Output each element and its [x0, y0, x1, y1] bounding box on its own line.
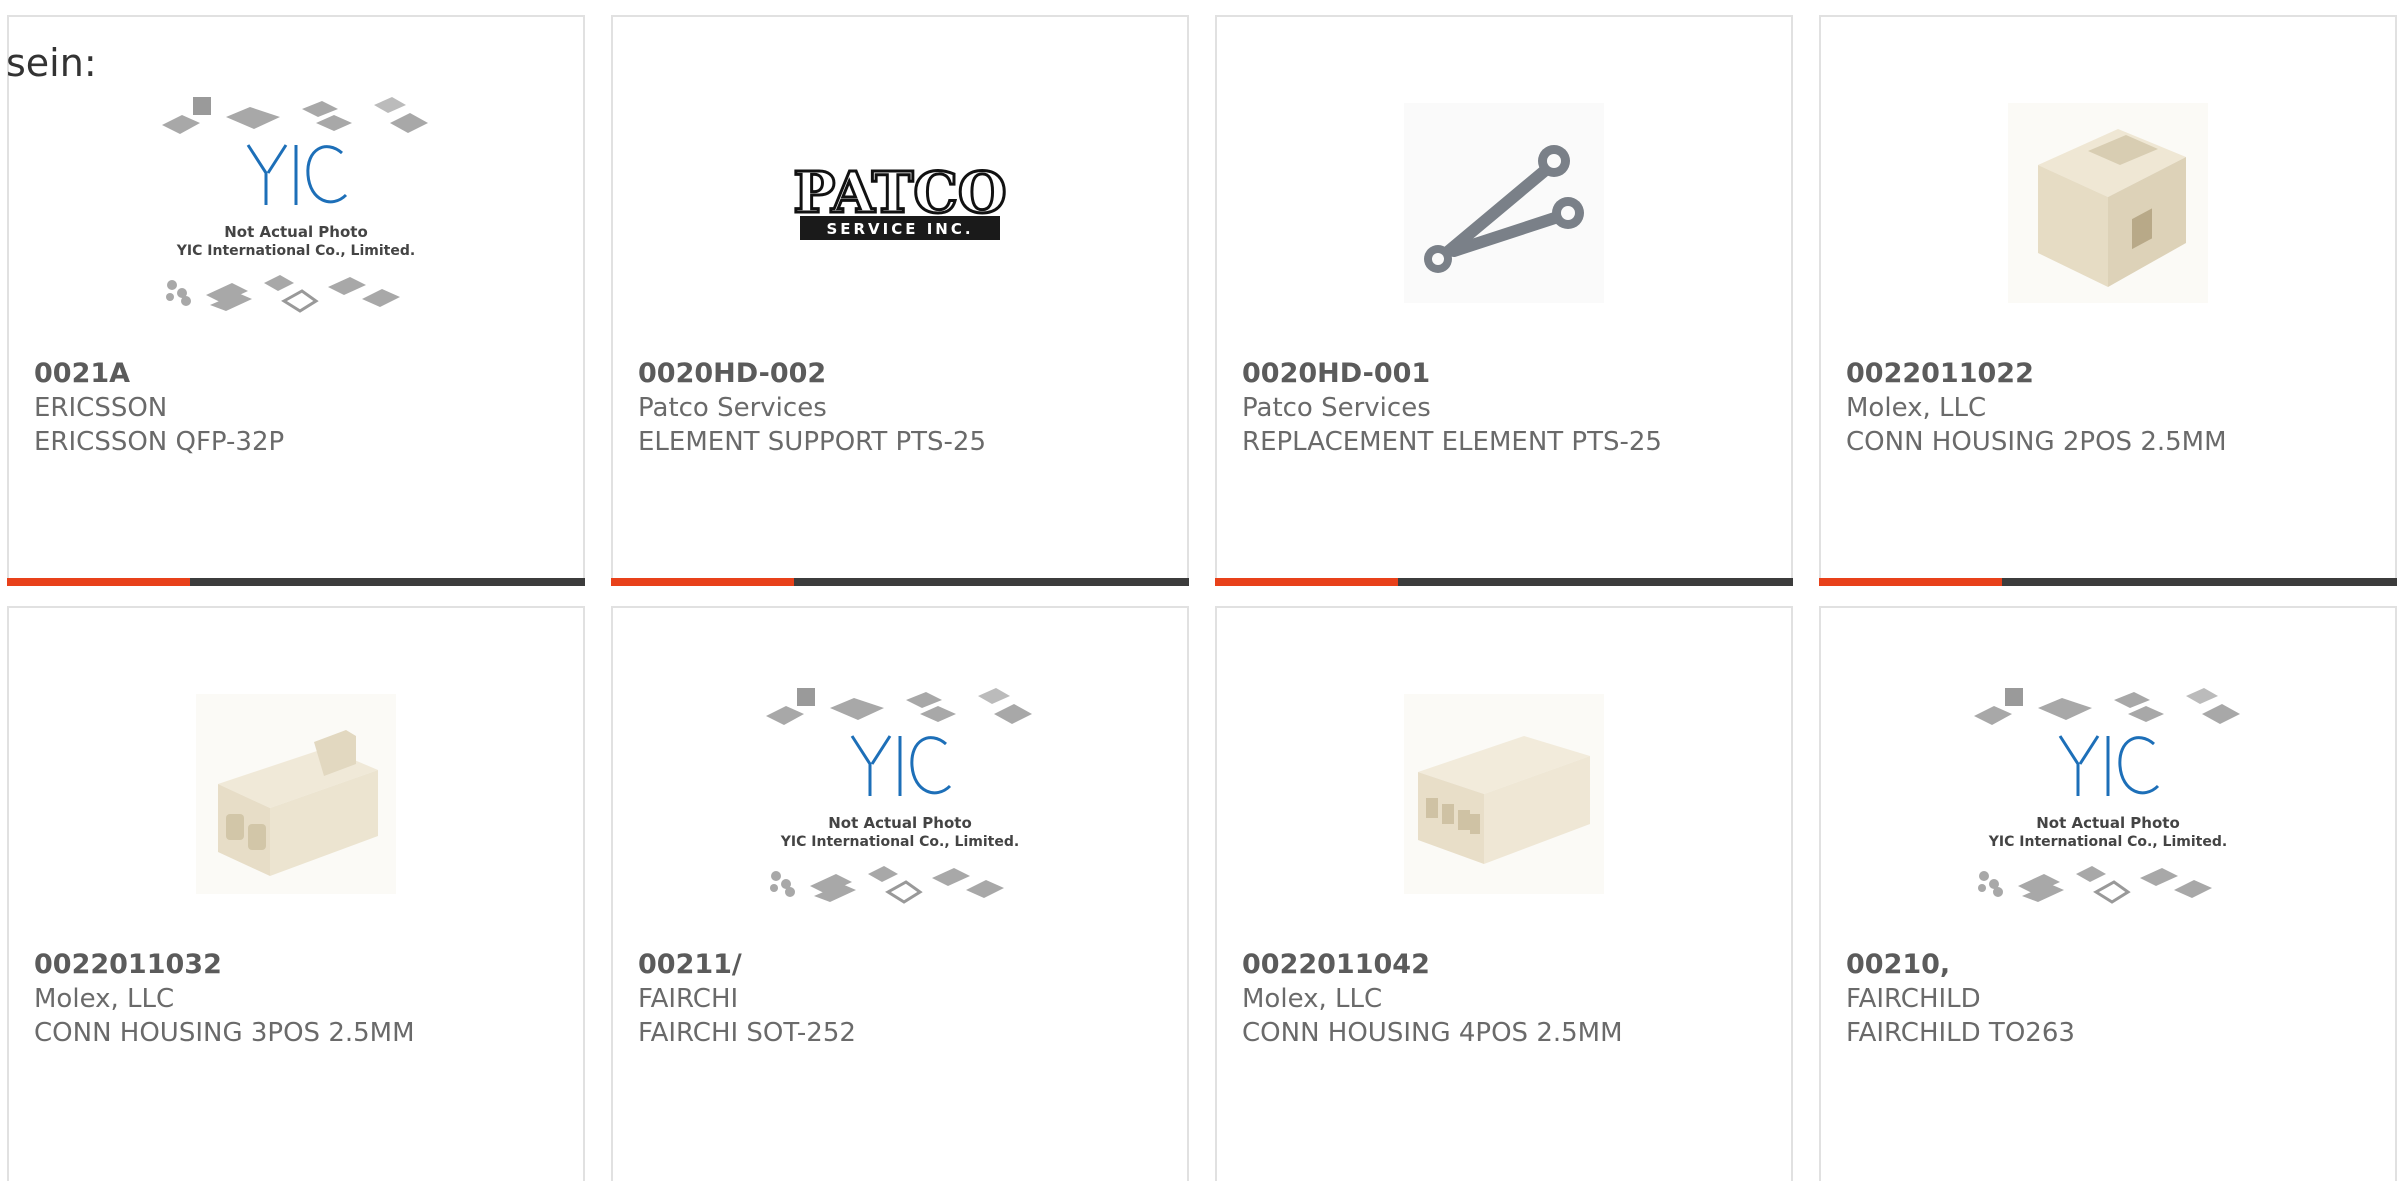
- product-card[interactable]: Not Actual Photo YIC International Co., …: [1819, 606, 2397, 1181]
- part-number: 0022011042: [1242, 949, 1430, 980]
- product-image-placeholder: Not Actual Photo YIC International Co., …: [156, 87, 436, 319]
- description: CONN HOUSING 4POS 2.5MM: [1242, 1018, 1623, 1048]
- product-image-placeholder: Not Actual Photo YIC International Co., …: [1968, 678, 2248, 910]
- card-footer-bar: [1215, 578, 1793, 586]
- svg-text:Not Actual Photo: Not Actual Photo: [828, 814, 972, 832]
- product-card[interactable]: PATCO SERVICE INC. 0020HD-002 Patco Serv…: [611, 15, 1189, 586]
- yic-placeholder-icon: Not Actual Photo YIC International Co., …: [162, 97, 428, 313]
- product-card[interactable]: 0020HD-001 Patco Services REPLACEMENT EL…: [1215, 15, 1793, 586]
- product-image-connector-4pos: [1364, 678, 1644, 910]
- product-image-connector-2pos: [1968, 87, 2248, 319]
- connector-housing-icon: [2008, 103, 2208, 303]
- product-card[interactable]: 0022011022 Molex, LLC CONN HOUSING 2POS …: [1819, 15, 2397, 586]
- yic-placeholder-icon: Not Actual Photo YIC International Co., …: [1974, 688, 2240, 904]
- description: ELEMENT SUPPORT PTS-25: [638, 427, 987, 457]
- manufacturer: FAIRCHI: [638, 984, 739, 1014]
- svg-text:YIC International Co., Limited: YIC International Co., Limited.: [176, 243, 415, 259]
- description: CONN HOUSING 3POS 2.5MM: [34, 1018, 415, 1048]
- patco-logo-icon: PATCO SERVICE INC.: [792, 159, 1008, 240]
- part-number: 00210,: [1846, 949, 1951, 980]
- manufacturer: FAIRCHILD: [1846, 984, 1981, 1014]
- svg-text:Not Actual Photo: Not Actual Photo: [2036, 814, 2180, 832]
- part-number: 0022011022: [1846, 358, 2034, 389]
- description: CONN HOUSING 2POS 2.5MM: [1846, 427, 2227, 457]
- card-footer-bar: [1819, 578, 2397, 586]
- card-footer-bar: [611, 578, 1189, 586]
- description: ERICSSON QFP-32P: [34, 427, 285, 457]
- card-footer-bar: [7, 578, 585, 586]
- product-image-connector-3pos: [156, 678, 436, 910]
- manufacturer: Molex, LLC: [1242, 984, 1383, 1014]
- product-card[interactable]: 0022011042 Molex, LLC CONN HOUSING 4POS …: [1215, 606, 1793, 1181]
- connector-housing-icon: [1404, 694, 1604, 894]
- description: FAIRCHILD TO263: [1846, 1018, 2075, 1048]
- svg-text:YIC International Co., Limited: YIC International Co., Limited.: [780, 834, 1019, 850]
- manufacturer: Molex, LLC: [1846, 393, 1987, 423]
- element-support-icon: [1404, 103, 1604, 303]
- product-card[interactable]: 0022011032 Molex, LLC CONN HOUSING 3POS …: [7, 606, 585, 1181]
- product-image-placeholder: Not Actual Photo YIC International Co., …: [760, 678, 1040, 910]
- manufacturer: Patco Services: [638, 393, 827, 423]
- manufacturer: ERICSSON: [34, 393, 168, 423]
- part-number: 0022011032: [34, 949, 222, 980]
- product-image-patco-logo: PATCO SERVICE INC.: [760, 87, 1040, 319]
- product-card[interactable]: Not Actual Photo YIC International Co., …: [611, 606, 1189, 1181]
- manufacturer: Molex, LLC: [34, 984, 175, 1014]
- product-image-element: [1364, 87, 1644, 319]
- part-number: 0020HD-001: [1242, 358, 1431, 389]
- product-card[interactable]: Not Actual Photo YIC International Co., …: [7, 15, 585, 586]
- description: FAIRCHI SOT-252: [638, 1018, 856, 1048]
- part-number: 00211/: [638, 949, 742, 980]
- page-label: sein:: [6, 41, 97, 85]
- part-number: 0021A: [34, 358, 131, 389]
- svg-text:YIC International Co., Limited: YIC International Co., Limited.: [1988, 834, 2227, 850]
- manufacturer: Patco Services: [1242, 393, 1431, 423]
- yic-placeholder-icon: Not Actual Photo YIC International Co., …: [766, 688, 1032, 904]
- part-number: 0020HD-002: [638, 358, 827, 389]
- svg-text:Not Actual Photo: Not Actual Photo: [224, 223, 368, 241]
- description: REPLACEMENT ELEMENT PTS-25: [1242, 427, 1662, 457]
- svg-text:SERVICE INC.: SERVICE INC.: [826, 220, 973, 238]
- connector-housing-icon: [196, 694, 396, 894]
